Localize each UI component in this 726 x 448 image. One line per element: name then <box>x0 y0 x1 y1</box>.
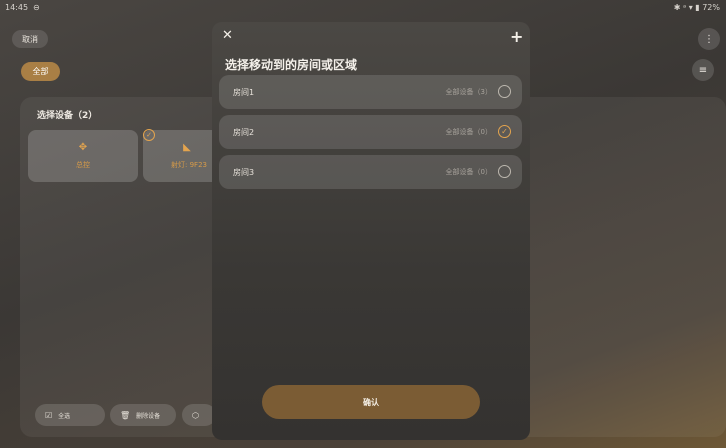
add-icon[interactable]: + <box>510 27 523 46</box>
room-name: 房间3 <box>233 168 255 177</box>
status-icons: ✱ ᵃ ▾ ▮ 72% <box>673 3 720 12</box>
room-device-count: 全部设备（3） <box>445 88 492 96</box>
move-button[interactable]: ⬡ <box>182 404 216 426</box>
menu-icon[interactable]: ≡ <box>692 59 714 81</box>
room-name: 房间2 <box>233 128 255 137</box>
selected-devices-title: 选择设备（2） <box>37 111 98 121</box>
device-card-label: 总控 <box>76 161 90 169</box>
room-device-count: 全部设备（0） <box>445 168 492 176</box>
trash-icon: 🗑 <box>120 410 131 420</box>
select-all-icon: ☑ <box>45 410 53 420</box>
filter-all-chip[interactable]: 全部 <box>21 62 60 81</box>
room-device-count: 全部设备（0） <box>445 128 492 136</box>
select-all-label: 全选 <box>58 412 71 420</box>
select-all-button[interactable]: ☑ 全选 <box>35 404 105 426</box>
status-time: 14:45 <box>5 3 29 12</box>
more-options-icon[interactable]: ⋮ <box>698 28 720 50</box>
room-option-1[interactable]: 房间1 全部设备（3） <box>219 75 522 109</box>
cancel-button[interactable]: 取消 <box>12 30 48 48</box>
room-option-2[interactable]: 房间2 全部设备（0） ✓ <box>219 115 522 149</box>
confirm-button[interactable]: 确认 <box>262 385 480 419</box>
close-icon[interactable]: ✕ <box>222 28 233 43</box>
delete-device-label: 删除设备 <box>136 412 161 420</box>
modal-title: 选择移动到的房间或区域 <box>225 58 358 72</box>
status-bar: 14:45 ⊖ ✱ ᵃ ▾ ▮ 72% <box>0 0 726 16</box>
sync-icon: ⊖ <box>33 3 40 12</box>
radio-checked-icon[interactable]: ✓ <box>498 125 511 138</box>
radio-unchecked-icon[interactable] <box>498 165 511 178</box>
delete-device-button[interactable]: 🗑 删除设备 <box>110 404 176 426</box>
check-badge-icon: ✓ <box>143 129 155 141</box>
room-option-3[interactable]: 房间3 全部设备（0） <box>219 155 522 189</box>
spotlight-icon: ◣ <box>183 142 191 153</box>
control-icon: ✥ <box>78 142 88 153</box>
room-name: 房间1 <box>233 88 255 97</box>
cube-icon: ⬡ <box>192 410 199 420</box>
device-card-master[interactable]: ✥ 总控 <box>28 130 138 182</box>
radio-unchecked-icon[interactable] <box>498 85 511 98</box>
